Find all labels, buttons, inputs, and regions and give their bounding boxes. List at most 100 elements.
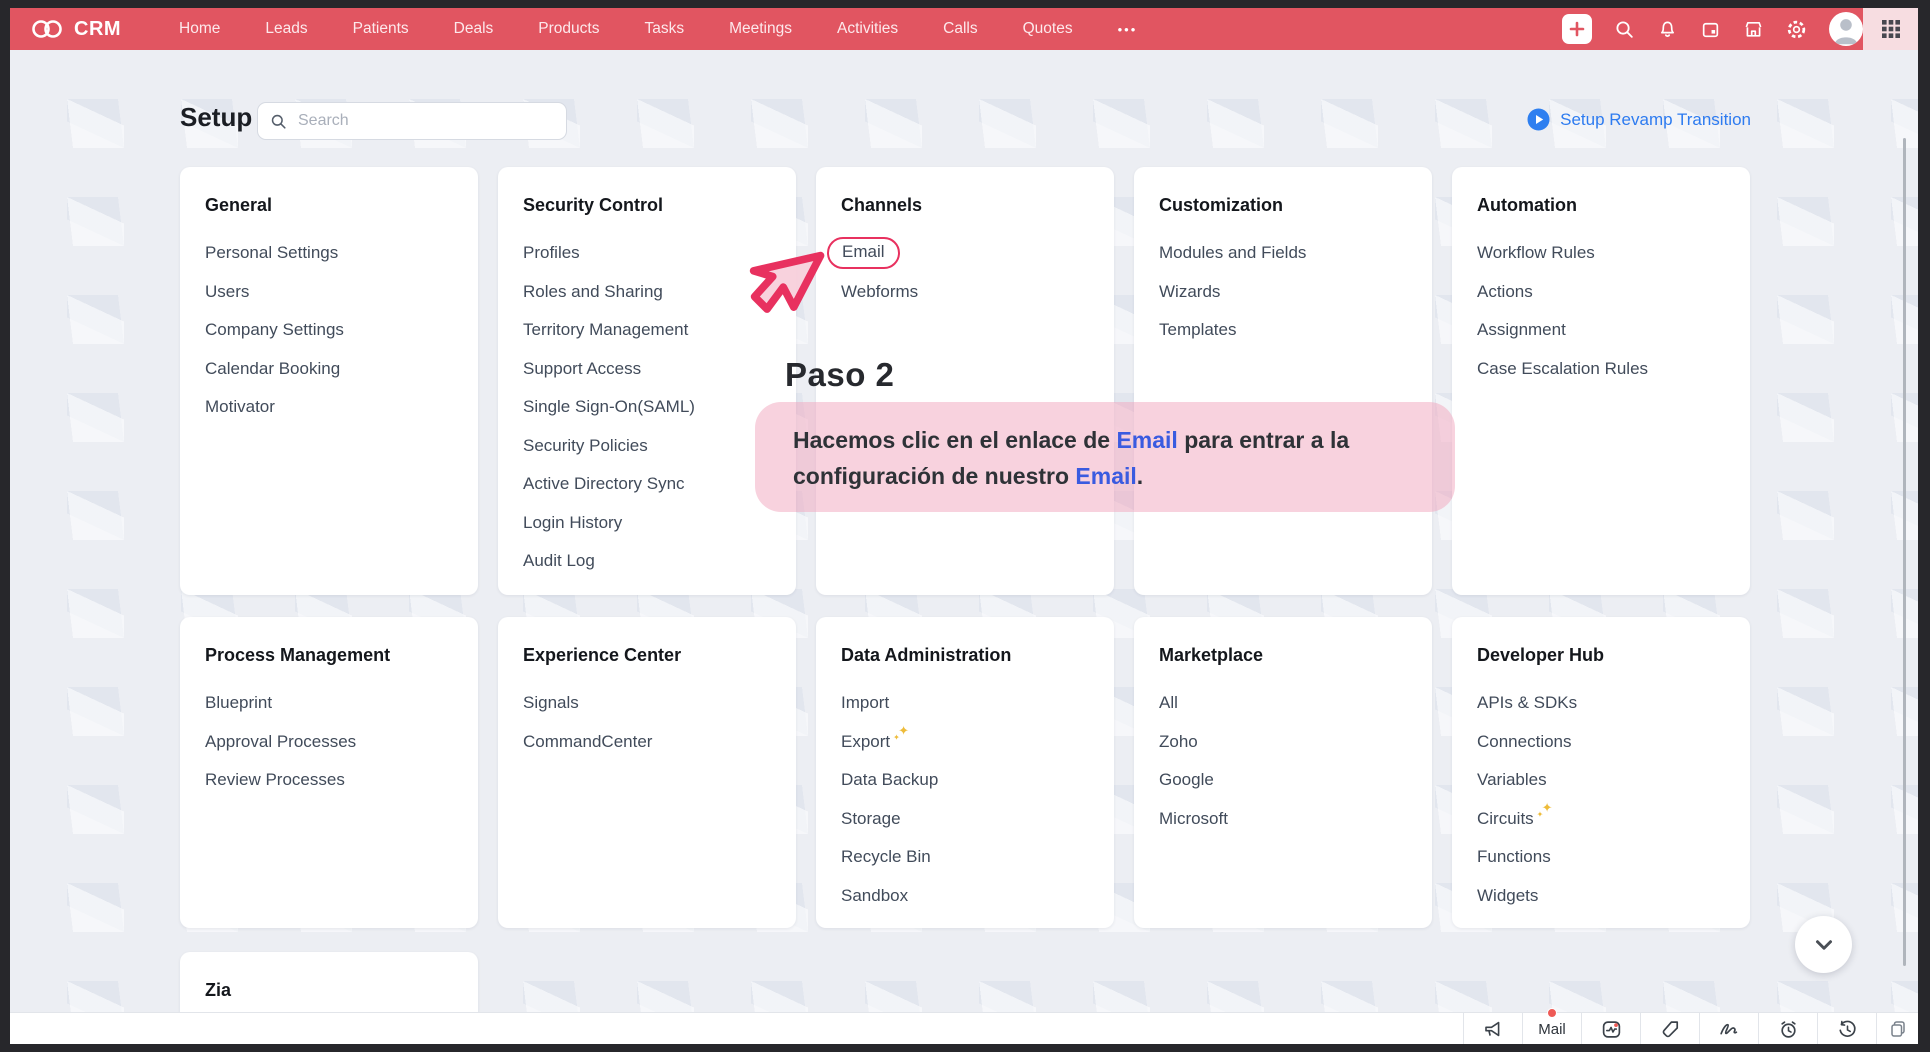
zia-button[interactable]	[1699, 1013, 1758, 1044]
setup-card-automation: AutomationWorkflow RulesActionsAssignmen…	[1452, 167, 1750, 595]
setup-link-company-settings[interactable]: Company Settings	[205, 311, 454, 350]
link-label: APIs & SDKs	[1477, 693, 1577, 713]
nav-item-calls[interactable]: Calls	[943, 20, 977, 38]
app-launcher-button[interactable]	[1863, 8, 1918, 50]
setup-card-customization: CustomizationModules and FieldsWizardsTe…	[1134, 167, 1432, 595]
setup-card-process-management: Process ManagementBlueprintApproval Proc…	[180, 617, 478, 928]
notifications-button[interactable]	[1657, 19, 1678, 40]
nav-item-products[interactable]: Products	[538, 20, 599, 38]
setup-link-calendar-booking[interactable]: Calendar Booking	[205, 350, 454, 389]
setup-link-connections[interactable]: Connections	[1477, 723, 1726, 762]
avatar[interactable]	[1829, 12, 1863, 46]
setup-card-data-administration: Data Administration Import Export✦✦Data Ba…	[816, 617, 1114, 928]
nav-more-button[interactable]: •••	[1118, 22, 1138, 37]
setup-link-profiles[interactable]: Profiles	[523, 234, 772, 273]
setup-link-assignment[interactable]: Assignment	[1477, 311, 1726, 350]
link-label: Google	[1159, 770, 1214, 790]
setup-link-commandcenter[interactable]: CommandCenter	[523, 723, 772, 762]
setup-link-sandbox[interactable]: Sandbox	[841, 877, 1090, 916]
chevron-down-icon	[1811, 932, 1837, 958]
reminders-button[interactable]	[1758, 1013, 1817, 1044]
setup-link-personal-settings[interactable]: Personal Settings	[205, 234, 454, 273]
link-label: Import	[841, 693, 889, 713]
notification-dot	[1547, 1008, 1557, 1018]
setup-link-zoho[interactable]: Zoho	[1159, 723, 1408, 762]
nav-item-deals[interactable]: Deals	[454, 20, 494, 38]
tag-button[interactable]	[1640, 1013, 1699, 1044]
sparkles-icon: ✦✦	[894, 732, 912, 752]
card-title: Zia	[205, 980, 454, 1001]
setup-link-workflow-rules[interactable]: Workflow Rules	[1477, 234, 1726, 273]
search-button[interactable]	[1614, 19, 1635, 40]
setup-link-wizards[interactable]: Wizards	[1159, 273, 1408, 312]
setup-link-signals[interactable]: Signals	[523, 684, 772, 723]
calendar-button[interactable]	[1700, 19, 1721, 40]
setup-link-email[interactable]: Email	[841, 234, 1090, 273]
setup-link-security-policies[interactable]: Security Policies	[523, 427, 772, 466]
setup-link-case-escalation-rules[interactable]: Case Escalation Rules	[1477, 350, 1726, 389]
nav-item-meetings[interactable]: Meetings	[729, 20, 792, 38]
setup-link-microsoft[interactable]: Microsoft	[1159, 800, 1408, 839]
setup-link-webforms[interactable]: Webforms	[841, 273, 1090, 312]
announcements-button[interactable]	[1463, 1013, 1522, 1044]
nav-item-activities[interactable]: Activities	[837, 20, 898, 38]
setup-link-recycle-bin[interactable]: Recycle Bin	[841, 838, 1090, 877]
setup-link-apis-sdks[interactable]: APIs & SDKs	[1477, 684, 1726, 723]
setup-link-storage[interactable]: Storage	[841, 800, 1090, 839]
setup-link-users[interactable]: Users	[205, 273, 454, 312]
nav-item-quotes[interactable]: Quotes	[1023, 20, 1073, 38]
settings-button[interactable]	[1786, 19, 1807, 40]
annotation-text: Hacemos clic en el enlace de Email para …	[793, 422, 1425, 494]
mail-button[interactable]: Mail	[1522, 1013, 1581, 1044]
setup-link-single-sign-on-saml-[interactable]: Single Sign-On(SAML)	[523, 388, 772, 427]
setup-link-active-directory-sync[interactable]: Active Directory Sync	[523, 465, 772, 504]
recent-items-button[interactable]	[1817, 1013, 1876, 1044]
setup-link-widgets[interactable]: Widgets	[1477, 877, 1726, 916]
setup-link-modules-and-fields[interactable]: Modules and Fields	[1159, 234, 1408, 273]
setup-link-all[interactable]: All	[1159, 684, 1408, 723]
setup-link-import[interactable]: Import	[841, 684, 1090, 723]
card-title: Experience Center	[523, 645, 772, 666]
setup-link-territory-management[interactable]: Territory Management	[523, 311, 772, 350]
nav-right-icons	[1562, 8, 1863, 50]
setup-link-data-backup[interactable]: Data Backup	[841, 761, 1090, 800]
setup-link-circuits[interactable]: Circuits✦✦	[1477, 800, 1726, 839]
nav-menu: Home Leads Patients Deals Products Tasks Meeti…	[179, 20, 1073, 38]
signals-button[interactable]	[1581, 1013, 1640, 1044]
setup-link-audit-log[interactable]: Audit Log	[523, 542, 772, 581]
link-label: Assignment	[1477, 320, 1566, 340]
card-title: General	[205, 195, 454, 216]
nav-item-tasks[interactable]: Tasks	[644, 20, 684, 38]
marketplace-button[interactable]	[1743, 19, 1764, 40]
vertical-scrollbar[interactable]	[1903, 138, 1906, 966]
setup-link-motivator[interactable]: Motivator	[205, 388, 454, 427]
nav-item-home[interactable]: Home	[179, 20, 220, 38]
card-title: Data Administration	[841, 645, 1090, 666]
brand[interactable]: CRM	[30, 17, 121, 41]
link-label: Wizards	[1159, 282, 1220, 302]
search-input[interactable]	[296, 111, 554, 131]
setup-link-approval-processes[interactable]: Approval Processes	[205, 723, 454, 762]
setup-link-blueprint[interactable]: Blueprint	[205, 684, 454, 723]
annotation-arrow-icon	[746, 246, 832, 332]
setup-search[interactable]	[257, 102, 567, 140]
link-label: Templates	[1159, 320, 1236, 340]
setup-revamp-link[interactable]: Setup Revamp Transition	[1527, 108, 1751, 131]
nav-item-patients[interactable]: Patients	[353, 20, 409, 38]
setup-link-review-processes[interactable]: Review Processes	[205, 761, 454, 800]
nav-item-leads[interactable]: Leads	[265, 20, 307, 38]
setup-link-roles-and-sharing[interactable]: Roles and Sharing	[523, 273, 772, 312]
setup-link-support-access[interactable]: Support Access	[523, 350, 772, 389]
setup-link-templates[interactable]: Templates	[1159, 311, 1408, 350]
setup-link-login-history[interactable]: Login History	[523, 504, 772, 543]
setup-link-variables[interactable]: Variables	[1477, 761, 1726, 800]
link-label: Active Directory Sync	[523, 474, 685, 494]
scroll-down-button[interactable]	[1795, 916, 1852, 973]
copy-button[interactable]	[1876, 1013, 1918, 1044]
setup-content: Setup Setup Revamp Transition GeneralPer…	[10, 50, 1918, 1012]
quick-create-button[interactable]	[1562, 14, 1592, 44]
setup-link-actions[interactable]: Actions	[1477, 273, 1726, 312]
setup-link-functions[interactable]: Functions	[1477, 838, 1726, 877]
setup-link-export[interactable]: Export✦✦	[841, 723, 1090, 762]
setup-link-google[interactable]: Google	[1159, 761, 1408, 800]
